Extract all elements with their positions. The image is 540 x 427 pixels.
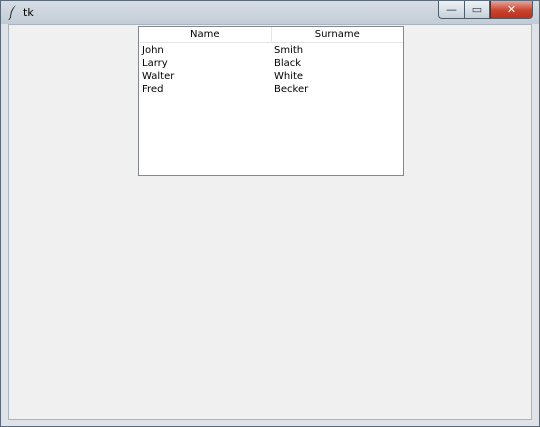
table-body: John Smith Larry Black Walter White Fred… xyxy=(139,43,403,96)
table-row[interactable]: Fred Becker xyxy=(139,83,403,96)
cell-name: Fred xyxy=(142,84,164,95)
table-row[interactable]: Walter White xyxy=(139,70,403,83)
table-row[interactable]: Larry Black xyxy=(139,57,403,70)
cell-name: Larry xyxy=(142,58,168,69)
cell-name: John xyxy=(142,45,164,56)
close-button[interactable]: ✕ xyxy=(490,1,533,19)
maximize-button[interactable]: ▭ xyxy=(464,1,490,19)
app-window: tk — ▭ ✕ Name Surname John Smith Larry B… xyxy=(0,0,540,427)
table-row[interactable]: John Smith xyxy=(139,44,403,57)
cell-surname: Smith xyxy=(274,45,304,56)
window-title: tk xyxy=(23,6,34,19)
cell-name: Walter xyxy=(142,71,175,82)
treeview-table[interactable]: Name Surname John Smith Larry Black Walt… xyxy=(138,26,404,176)
cell-surname: Black xyxy=(274,58,302,69)
title-bar[interactable]: tk — ▭ ✕ xyxy=(1,1,539,24)
cell-surname: Becker xyxy=(274,84,309,95)
tk-feather-icon xyxy=(8,5,16,20)
minimize-button[interactable]: — xyxy=(438,1,464,19)
table-header: Name Surname xyxy=(139,27,403,43)
column-header-name[interactable]: Name xyxy=(139,27,271,42)
window-controls: — ▭ ✕ xyxy=(438,1,533,19)
cell-surname: White xyxy=(274,71,304,82)
column-header-surname[interactable]: Surname xyxy=(270,27,404,42)
window-client-area: Name Surname John Smith Larry Black Walt… xyxy=(8,24,532,420)
